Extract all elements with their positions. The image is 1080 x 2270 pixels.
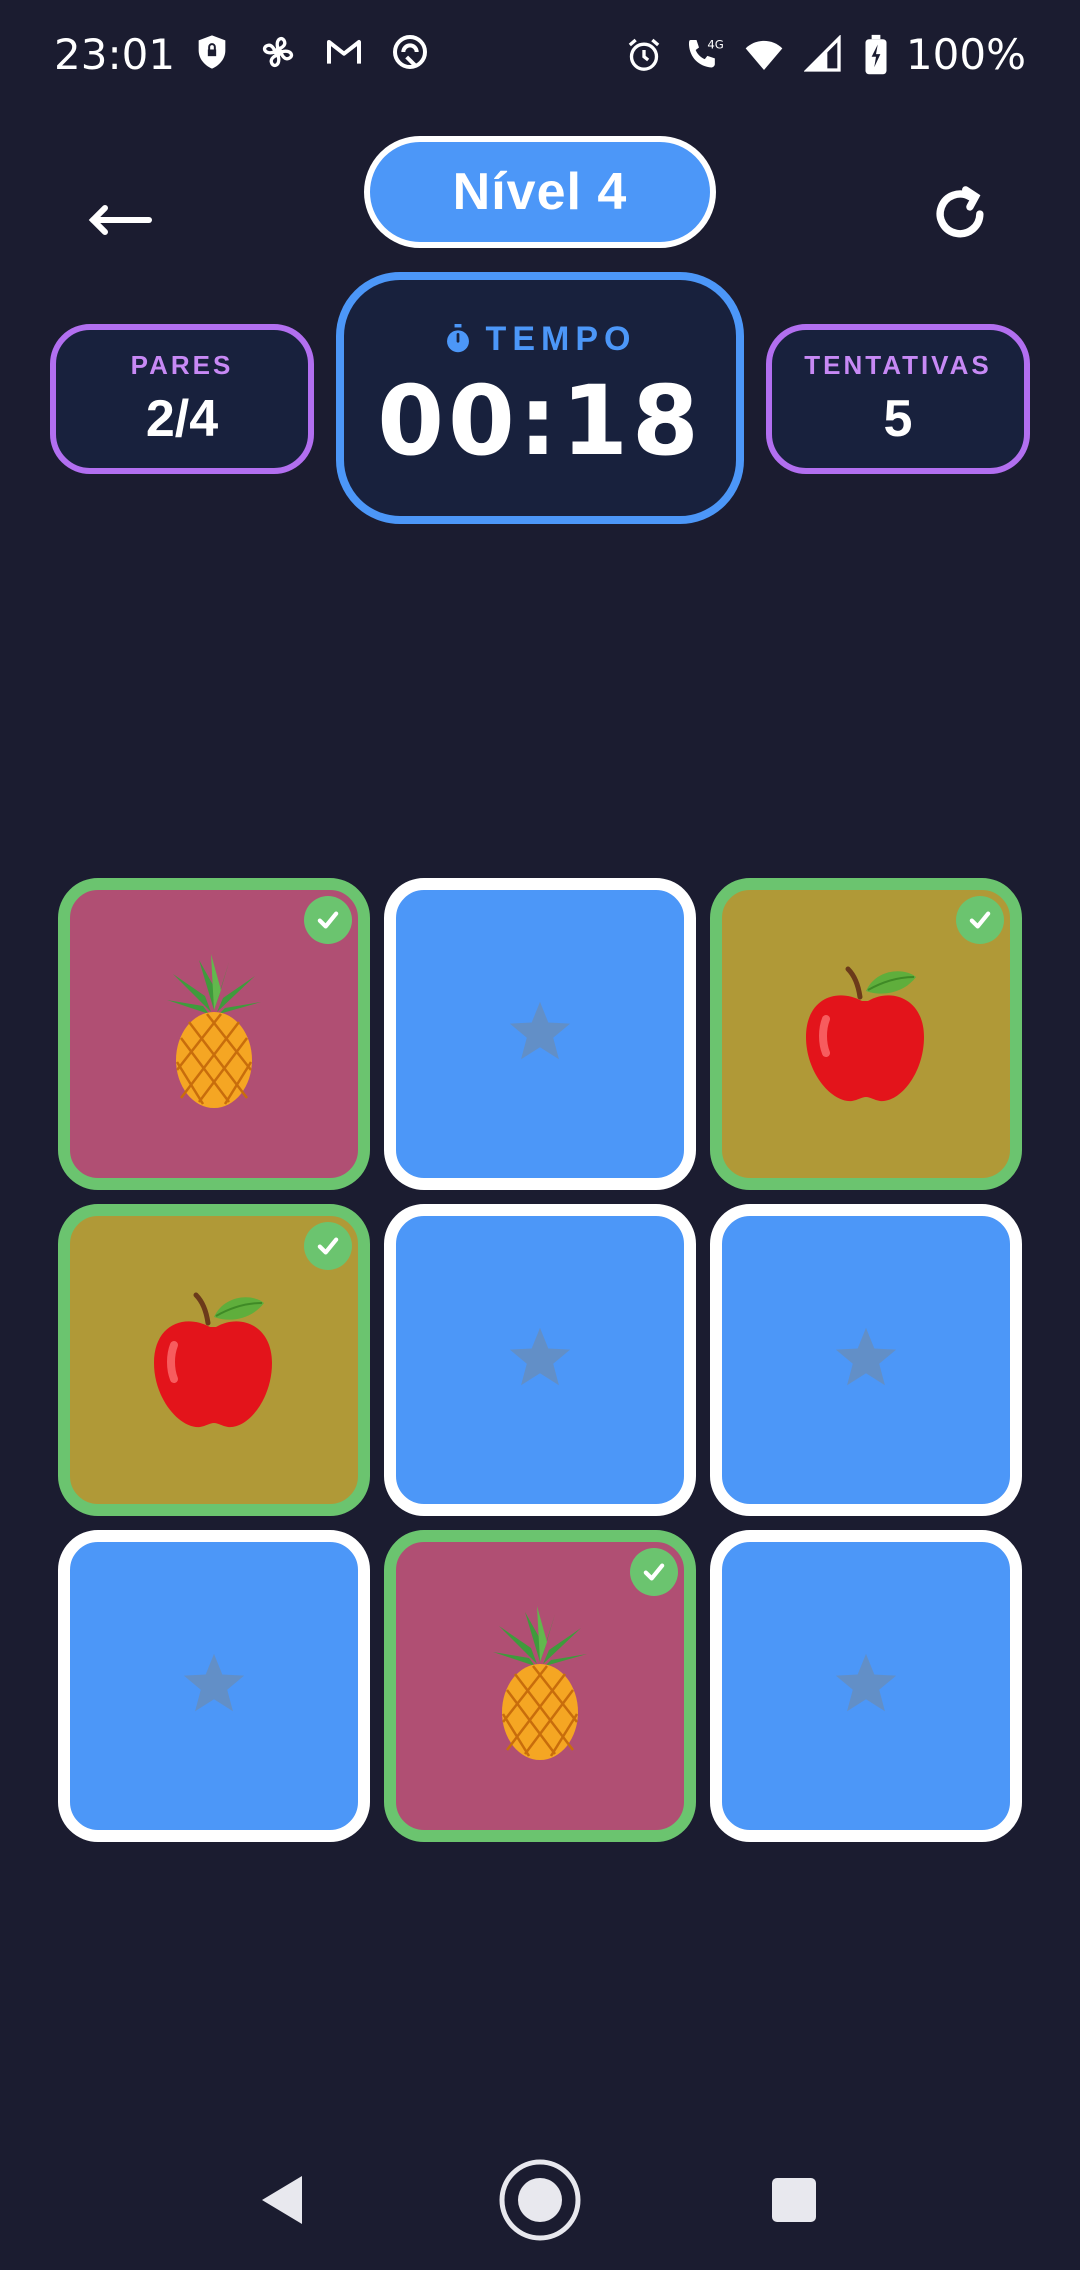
wifi-icon [742,33,786,77]
star-icon [831,1651,901,1722]
check-icon [304,1222,352,1270]
stopwatch-icon [446,324,469,353]
timer-value: 00:18 [377,364,703,477]
recents-square-icon [772,2178,816,2222]
pineapple-icon [485,1604,595,1769]
card-hidden[interactable] [384,1204,696,1516]
arrow-left-icon [88,205,152,235]
card-hidden[interactable] [58,1530,370,1842]
card-hidden[interactable] [710,1204,1022,1516]
star-icon [179,1651,249,1722]
card-hidden[interactable] [710,1530,1022,1842]
timer-display: TEMPO 00:18 [336,272,744,524]
apple-icon [144,1283,284,1438]
card-matched-pineapple[interactable] [58,878,370,1190]
attempts-counter: TENTATIVAS 5 [766,324,1030,474]
status-time: 23:01 [54,30,176,79]
svg-text:4G: 4G [707,37,723,51]
gmail-icon [322,30,366,74]
apple-icon [796,957,936,1112]
pairs-value: 2/4 [145,389,219,448]
pairs-counter: PARES 2/4 [50,324,314,474]
star-icon [505,1325,575,1396]
check-icon [630,1548,678,1596]
nav-recents-button[interactable] [752,2158,836,2242]
level-indicator: Nível 4 [364,136,716,248]
card-hidden[interactable] [384,878,696,1190]
home-circle-icon [499,2159,581,2241]
call-4g-icon: 4G [682,33,726,77]
battery-charging-icon [862,33,890,77]
star-icon [831,1325,901,1396]
refresh-icon [936,186,984,238]
card-matched-apple[interactable] [710,878,1022,1190]
status-right-icons: 4G 100% [622,30,1026,79]
card-matched-apple[interactable] [58,1204,370,1516]
pairs-label: PARES [130,349,234,380]
nav-back-button[interactable] [240,2158,324,2242]
card-grid [58,878,1022,1842]
pineapple-icon [159,952,269,1117]
nav-home-button[interactable] [498,2158,582,2242]
card-matched-pineapple[interactable] [384,1530,696,1842]
check-icon [956,896,1004,944]
check-icon [304,896,352,944]
restart-button[interactable] [920,174,1000,254]
sync-icon [388,30,432,74]
status-left-icons [190,30,432,74]
alarm-icon [622,33,666,77]
back-button[interactable] [80,180,160,260]
signal-icon [802,33,846,77]
vpn-shield-icon [190,30,234,74]
attempts-label: TENTATIVAS [804,349,992,380]
back-triangle-icon [262,2176,302,2224]
attempts-value: 5 [883,389,913,448]
status-bar: 23:01 4G 100% [0,0,1080,112]
timer-label: TEMPO [485,319,637,358]
star-icon [505,999,575,1070]
battery-percentage: 100% [905,30,1026,79]
fan-icon [256,30,300,74]
